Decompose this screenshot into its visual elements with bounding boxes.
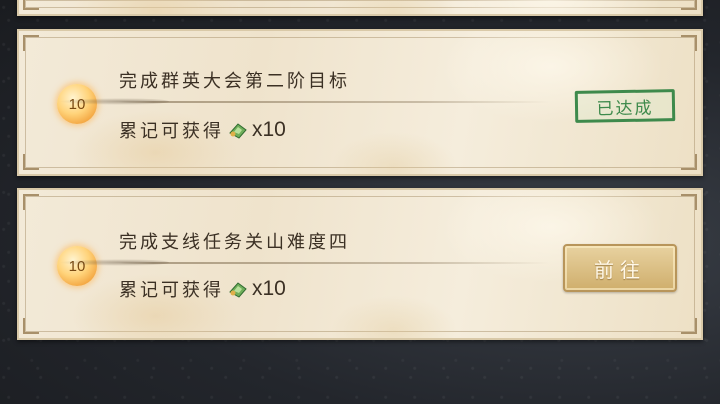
divider <box>59 98 549 105</box>
corner-ornament <box>681 194 697 210</box>
divider <box>59 259 549 266</box>
reward-count: x10 <box>252 277 286 300</box>
task-card: 10 完成支线任务关山难度四 累记可获得 x10 前往 <box>17 188 703 340</box>
points-medal-icon: 10 <box>57 246 97 286</box>
completed-stamp: 已达成 <box>574 89 676 123</box>
reward-row: 累记可获得 x10 <box>119 276 286 302</box>
task-title: 完成群英大会第二阶目标 <box>119 71 350 92</box>
task-card-partial <box>17 0 703 16</box>
corner-ornament <box>681 0 697 10</box>
reward-label: 累记可获得 <box>119 280 224 301</box>
corner-ornament <box>681 35 697 51</box>
corner-ornament <box>23 35 39 51</box>
corner-ornament <box>23 194 39 210</box>
reward-row: 累记可获得 x10 <box>119 117 286 143</box>
task-card: 10 完成群英大会第二阶目标 累记可获得 x10 已达成 <box>17 29 703 176</box>
jade-gem-icon <box>228 121 248 139</box>
corner-ornament <box>23 0 39 10</box>
corner-ornament <box>23 318 39 334</box>
reward-label: 累记可获得 <box>119 121 224 142</box>
reward-count: x10 <box>252 118 286 141</box>
corner-ornament <box>23 154 39 170</box>
task-title: 完成支线任务关山难度四 <box>119 232 350 253</box>
go-button[interactable]: 前往 <box>563 244 677 292</box>
corner-ornament <box>681 318 697 334</box>
jade-gem-icon <box>228 280 248 298</box>
corner-ornament <box>681 154 697 170</box>
